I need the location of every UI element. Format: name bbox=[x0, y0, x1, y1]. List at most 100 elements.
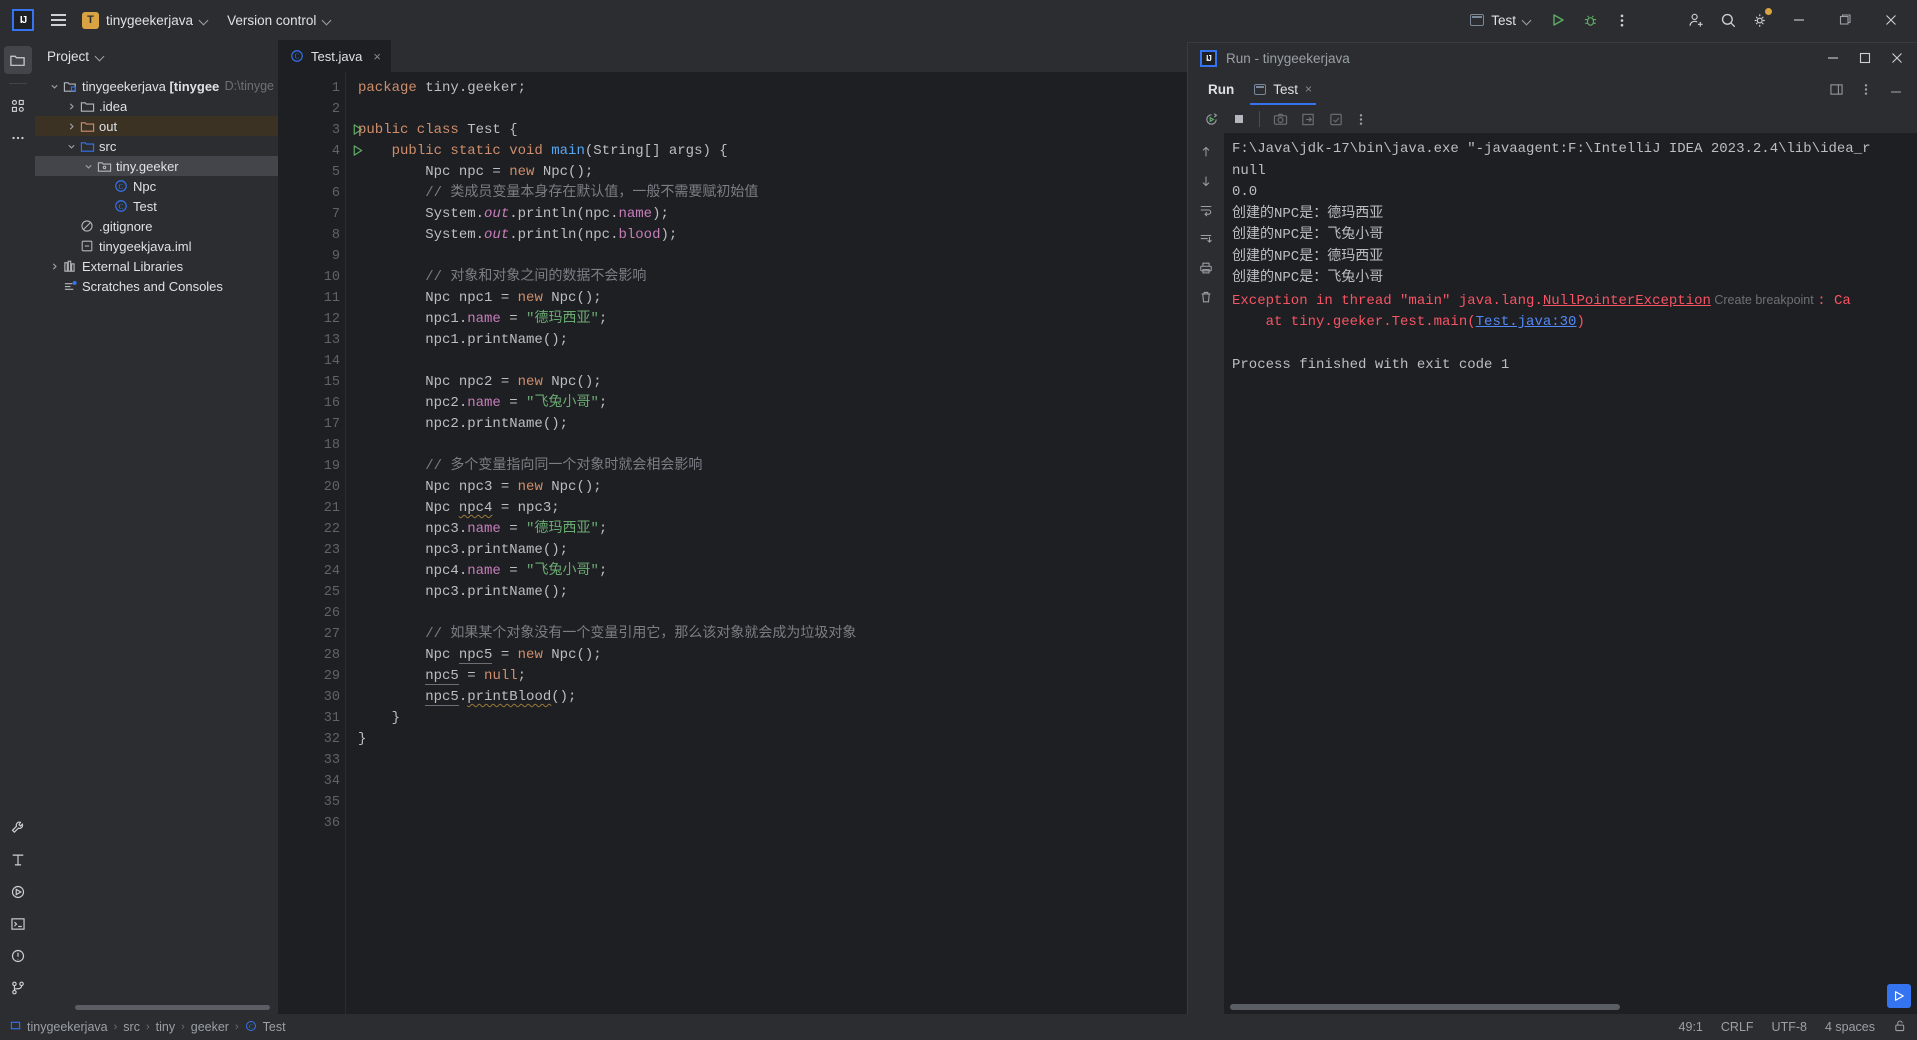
tool-window-version-control-icon[interactable] bbox=[4, 974, 32, 1002]
indent-setting[interactable]: 4 spaces bbox=[1825, 1020, 1875, 1034]
tool-window-problems-icon[interactable] bbox=[4, 942, 32, 970]
gutter-line-29[interactable]: 29 bbox=[278, 666, 346, 687]
gutter-line-26[interactable]: 26 bbox=[278, 603, 346, 624]
run-hide-button[interactable] bbox=[1881, 74, 1911, 104]
down-icon[interactable] bbox=[1193, 168, 1219, 194]
tool-window-terminal-icon[interactable] bbox=[4, 910, 32, 938]
tree-node-external-libraries[interactable]: External Libraries bbox=[35, 256, 278, 276]
rerun-icon[interactable] bbox=[1198, 107, 1224, 131]
gutter-line-23[interactable]: 23 bbox=[278, 540, 346, 561]
gutter-line-35[interactable]: 35 bbox=[278, 792, 346, 813]
wrap-icon[interactable] bbox=[1193, 197, 1219, 223]
gutter-line-13[interactable]: 13 bbox=[278, 330, 346, 351]
console-hscrollbar[interactable] bbox=[1230, 1004, 1620, 1010]
gutter-line-33[interactable]: 33 bbox=[278, 750, 346, 771]
stop-icon[interactable] bbox=[1226, 107, 1252, 131]
chevron-down-icon[interactable] bbox=[47, 82, 61, 91]
tree-node-idea[interactable]: .idea bbox=[35, 96, 278, 116]
tree-node-scratches-and-consoles[interactable]: Scratches and Consoles bbox=[35, 276, 278, 296]
run-button[interactable] bbox=[1543, 5, 1573, 35]
window-close-button[interactable] bbox=[1869, 0, 1913, 40]
gutter-line-28[interactable]: 28 bbox=[278, 645, 346, 666]
run-more-options-button[interactable] bbox=[1851, 74, 1881, 104]
gutter-line-31[interactable]: 31 bbox=[278, 708, 346, 729]
create-breakpoint-link[interactable]: Create breakpoint bbox=[1711, 293, 1817, 307]
breadcrumb-item-tiny[interactable]: tiny bbox=[156, 1020, 175, 1034]
run-window-close-button[interactable] bbox=[1881, 44, 1913, 72]
gutter-line-15[interactable]: 15 bbox=[278, 372, 346, 393]
chevron-right-icon[interactable] bbox=[64, 102, 78, 111]
tree-node-tinygeekerjava-tinygeekjava[interactable]: tinygeekerjava [tinygeekjava] D:\tinyge bbox=[35, 76, 278, 96]
chevron-right-icon[interactable] bbox=[64, 122, 78, 131]
caret-position[interactable]: 49:1 bbox=[1679, 1020, 1703, 1034]
gutter-line-9[interactable]: 9 bbox=[278, 246, 346, 267]
tool-window-structure-icon[interactable] bbox=[4, 92, 32, 120]
more-icon[interactable] bbox=[1351, 107, 1371, 131]
tool-window-services-icon[interactable] bbox=[4, 878, 32, 906]
gutter-line-8[interactable]: 8 bbox=[278, 225, 346, 246]
floating-run-button[interactable] bbox=[1887, 984, 1911, 1008]
gutter-line-14[interactable]: 14 bbox=[278, 351, 346, 372]
line-separator[interactable]: CRLF bbox=[1721, 1020, 1754, 1034]
gutter-line-17[interactable]: 17 bbox=[278, 414, 346, 435]
version-control-widget[interactable]: Version control bbox=[219, 6, 340, 34]
project-panel-header[interactable]: Project bbox=[35, 40, 278, 72]
gutter-line-7[interactable]: 7 bbox=[278, 204, 346, 225]
run-layout-settings-button[interactable] bbox=[1821, 74, 1851, 104]
account-icon[interactable] bbox=[1681, 5, 1711, 35]
more-tool-windows-icon[interactable] bbox=[4, 124, 32, 152]
stack-file-link[interactable]: Test.java:30 bbox=[1476, 314, 1577, 330]
gutter-line-2[interactable]: 2 bbox=[278, 99, 346, 120]
editor-gutter[interactable]: 1 2 3 4 5 6 7 8 9 10 11 12 13 14 15 16 17 18 19 20 21 22 23 24 2… bbox=[278, 72, 363, 1014]
gutter-line-34[interactable]: 34 bbox=[278, 771, 346, 792]
close-icon[interactable]: × bbox=[1305, 82, 1312, 96]
project-tree[interactable]: tinygeekerjava [tinygeekjava] D:\tinyge .i… bbox=[35, 72, 278, 1014]
chevron-down-icon[interactable] bbox=[81, 162, 95, 171]
window-minimize-button[interactable] bbox=[1777, 0, 1821, 40]
debug-button[interactable] bbox=[1575, 5, 1605, 35]
gutter-line-22[interactable]: 22 bbox=[278, 519, 346, 540]
chevron-right-icon[interactable] bbox=[47, 262, 61, 271]
tool-window-structure-bottom-icon[interactable] bbox=[4, 846, 32, 874]
export-icon[interactable] bbox=[1295, 107, 1321, 131]
close-icon[interactable]: × bbox=[373, 49, 381, 64]
lock-icon[interactable] bbox=[1893, 1019, 1907, 1036]
gutter-line-32[interactable]: 32 bbox=[278, 729, 346, 750]
project-widget[interactable]: T tinygeekerjava bbox=[74, 6, 217, 34]
run-tab-test[interactable]: Test × bbox=[1244, 73, 1322, 105]
gutter-line-1[interactable]: 1 bbox=[278, 78, 346, 99]
tool-window-project-icon[interactable] bbox=[3, 46, 32, 74]
gutter-line-36[interactable]: 36 bbox=[278, 813, 346, 834]
gutter-line-12[interactable]: 12 bbox=[278, 309, 346, 330]
trash-icon[interactable] bbox=[1193, 284, 1219, 310]
gutter-line-3[interactable]: 3 bbox=[278, 120, 363, 141]
gear-icon[interactable] bbox=[1745, 5, 1775, 35]
run-configuration-selector[interactable]: Test bbox=[1461, 6, 1541, 34]
window-maximize-button[interactable] bbox=[1823, 0, 1867, 40]
gutter-line-10[interactable]: 10 bbox=[278, 267, 346, 288]
camera-icon[interactable] bbox=[1267, 107, 1293, 131]
gutter-line-5[interactable]: 5 bbox=[278, 162, 346, 183]
chevron-down-icon[interactable] bbox=[64, 142, 78, 151]
gutter-line-4[interactable]: 4 bbox=[278, 141, 363, 162]
up-icon[interactable] bbox=[1193, 139, 1219, 165]
breadcrumb-item-tinygeekerjava[interactable]: tinygeekerjava bbox=[10, 1020, 108, 1034]
gutter-line-18[interactable]: 18 bbox=[278, 435, 346, 456]
console-output[interactable]: F:\Java\jdk-17\bin\java.exe "-javaagent:… bbox=[1224, 133, 1917, 1014]
more-actions-button[interactable] bbox=[1607, 5, 1637, 35]
tree-node-out[interactable]: out bbox=[35, 116, 278, 136]
print-icon[interactable] bbox=[1193, 255, 1219, 281]
tree-node-test[interactable]: C Test bbox=[35, 196, 278, 216]
gutter-line-27[interactable]: 27 bbox=[278, 624, 346, 645]
tree-node-gitignore[interactable]: .gitignore bbox=[35, 216, 278, 236]
main-menu-button[interactable] bbox=[44, 6, 72, 34]
gutter-line-25[interactable]: 25 bbox=[278, 582, 346, 603]
run-window-minimize-button[interactable] bbox=[1817, 44, 1849, 72]
breadcrumb-item-geeker[interactable]: geeker bbox=[191, 1020, 229, 1034]
gutter-line-30[interactable]: 30 bbox=[278, 687, 346, 708]
editor-tab-test-java[interactable]: C Test.java × bbox=[278, 40, 391, 72]
tree-node-tiny-geeker[interactable]: tiny.geeker bbox=[35, 156, 278, 176]
gutter-line-20[interactable]: 20 bbox=[278, 477, 346, 498]
exception-type-link[interactable]: NullPointerException bbox=[1543, 293, 1711, 309]
breadcrumb-item-test[interactable]: C Test bbox=[245, 1020, 286, 1035]
